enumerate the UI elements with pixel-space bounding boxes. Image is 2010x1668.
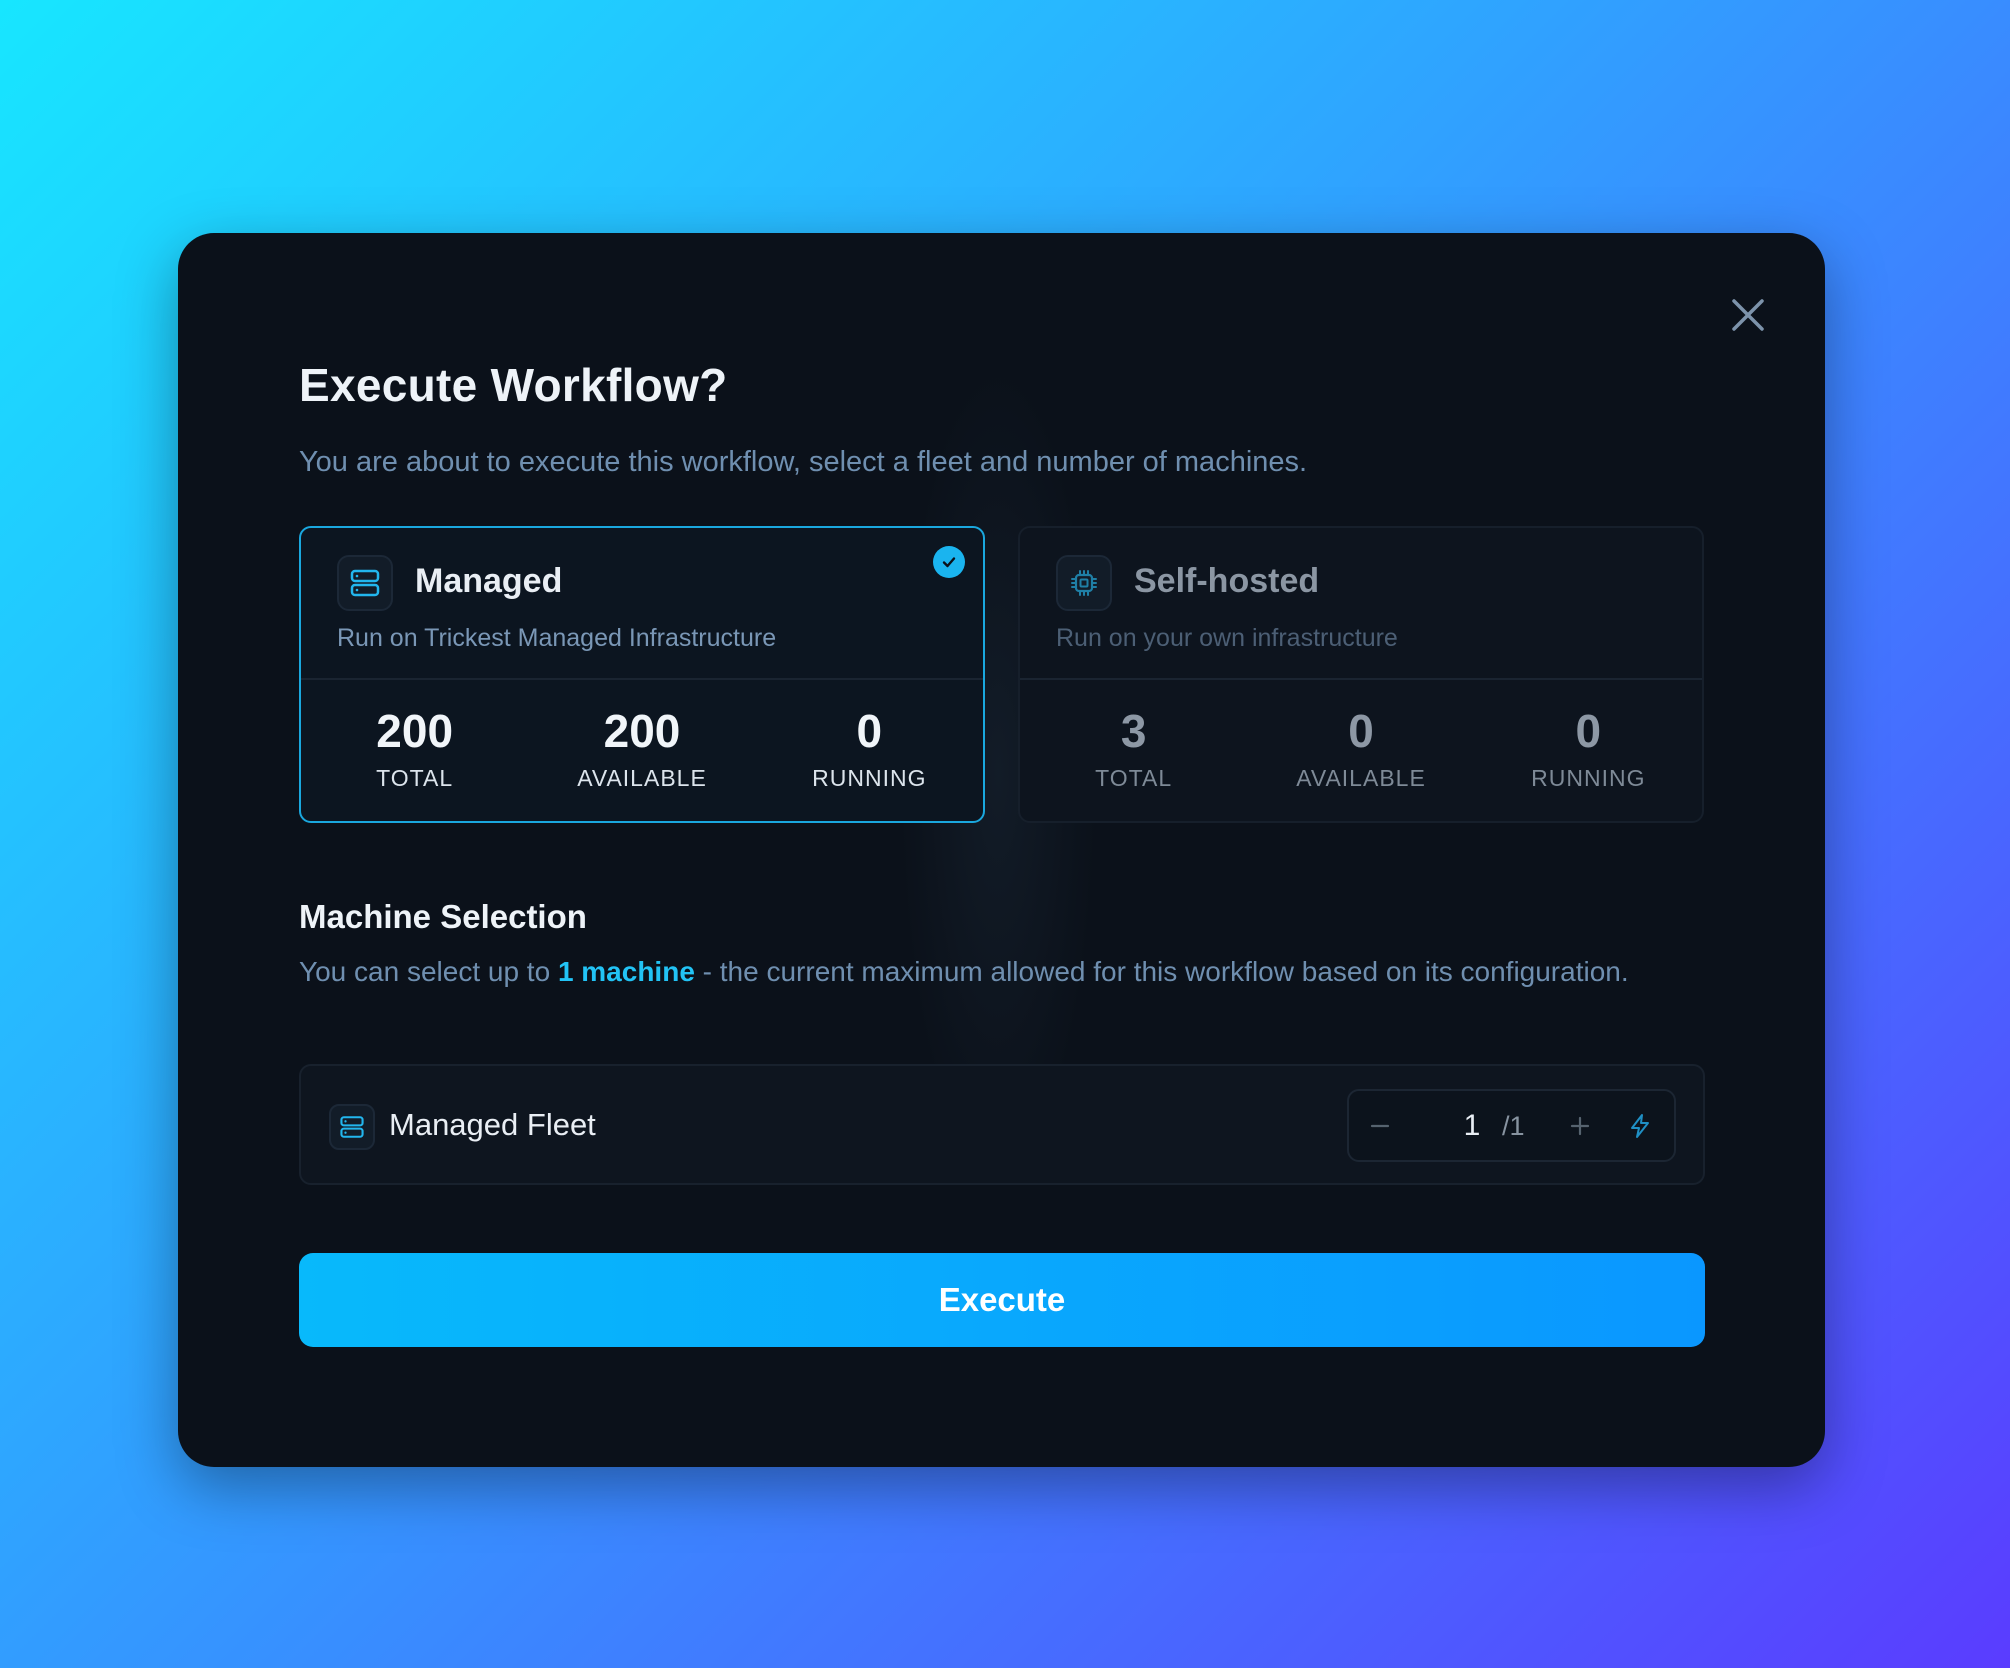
managed-fleet-row: Managed Fleet 1 /1	[299, 1064, 1705, 1185]
close-button[interactable]	[1724, 291, 1772, 339]
machine-selection-description: You can select up to 1 machine - the cur…	[299, 951, 1719, 993]
fleet-stats: 3 TOTAL 0 AVAILABLE 0 RUNNING	[1020, 680, 1702, 823]
fleet-card-header: Self-hosted Run on your own infrastructu…	[1020, 528, 1702, 680]
server-icon	[337, 555, 393, 611]
stat-running: 0 RUNNING	[756, 680, 983, 823]
fleet-name: Self-hosted	[1134, 562, 1320, 600]
fleet-card-self-hosted[interactable]: Self-hosted Run on your own infrastructu…	[1018, 526, 1704, 823]
lightning-bolt-icon	[1631, 1113, 1649, 1138]
dialog-subtitle: You are about to execute this workflow, …	[299, 446, 1308, 478]
stat-label: RUNNING	[812, 764, 927, 791]
stat-label: AVAILABLE	[1296, 764, 1426, 791]
stat-value: 0	[856, 705, 883, 757]
fleet-card-header: Managed Run on Trickest Managed Infrastr…	[301, 528, 983, 680]
plus-icon	[1570, 1116, 1590, 1135]
dialog-title: Execute Workflow?	[299, 359, 728, 411]
stat-available: 200 AVAILABLE	[528, 680, 755, 823]
machine-selection-title: Machine Selection	[299, 898, 587, 935]
stat-value: 0	[1348, 705, 1374, 757]
stat-total: 3 TOTAL	[1020, 680, 1247, 823]
stat-label: TOTAL	[1095, 764, 1173, 791]
increment-button[interactable]	[1555, 1091, 1605, 1160]
stat-label: AVAILABLE	[577, 764, 707, 791]
fleet-card-managed[interactable]: Managed Run on Trickest Managed Infrastr…	[299, 526, 985, 823]
desc-suffix: - the current maximum allowed for this w…	[694, 956, 1629, 987]
desc-prefix: You can select up to	[299, 956, 558, 987]
stat-total: 200 TOTAL	[301, 680, 528, 823]
machine-quantity-stepper[interactable]: 1 /1	[1347, 1089, 1676, 1162]
decrement-button[interactable]	[1355, 1091, 1405, 1160]
stat-label: RUNNING	[1531, 764, 1646, 791]
server-icon	[329, 1104, 375, 1150]
stat-available: 0 AVAILABLE	[1247, 680, 1474, 823]
execute-workflow-dialog: Execute Workflow? You are about to execu…	[178, 233, 1825, 1467]
stat-value: 0	[1575, 705, 1602, 757]
fleet-description: Run on your own infrastructure	[1056, 624, 1398, 652]
stat-value: 200	[603, 705, 681, 757]
close-icon	[1732, 299, 1764, 331]
stat-running: 0 RUNNING	[1475, 680, 1702, 823]
max-machines-highlight: 1 machine	[557, 956, 695, 987]
quantity-max: /1	[1502, 1111, 1525, 1141]
stat-value: 200	[376, 705, 454, 757]
stat-value: 3	[1120, 705, 1147, 757]
fleet-stats: 200 TOTAL 200 AVAILABLE 0 RUNNING	[301, 680, 983, 823]
stat-label: TOTAL	[376, 764, 454, 791]
fleet-description: Run on Trickest Managed Infrastructure	[337, 624, 777, 652]
cpu-chip-icon	[1056, 555, 1112, 611]
minus-icon	[1370, 1124, 1390, 1127]
fleet-row-label: Managed Fleet	[389, 1107, 596, 1142]
max-button[interactable]	[1615, 1091, 1665, 1160]
selected-check-icon	[933, 546, 965, 578]
quantity-value[interactable]: 1	[1447, 1109, 1497, 1143]
execute-button[interactable]: Execute	[299, 1253, 1705, 1347]
fleet-name: Managed	[415, 562, 563, 600]
